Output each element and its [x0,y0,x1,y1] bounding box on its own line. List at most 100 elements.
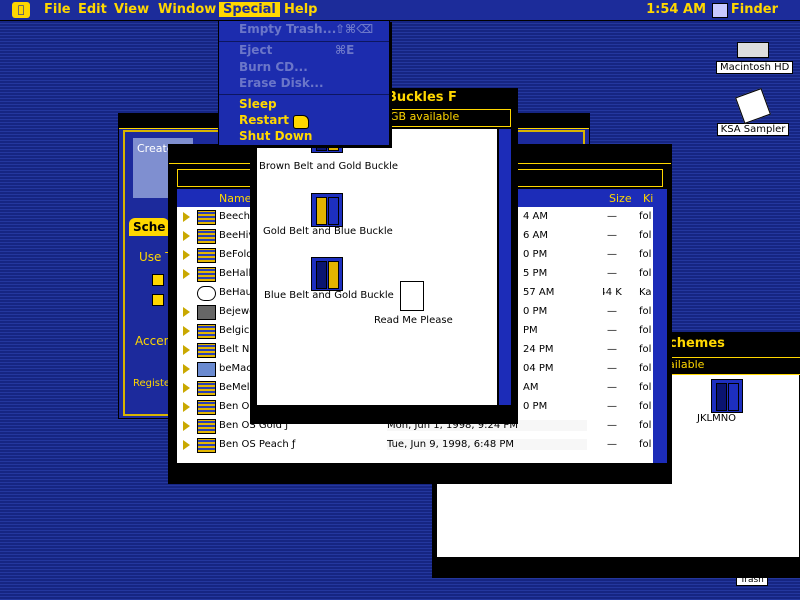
row-date: 0 PM [523,306,548,317]
disclosure-triangle-icon[interactable] [183,364,190,374]
file-icon[interactable] [311,193,343,227]
row-date: Tue, Jun 9, 1998, 6:48 PM [387,439,587,450]
icon-view-area: Brown Belt and Gold Buckle Gold Belt and… [257,129,497,405]
menu-item-empty-trash[interactable]: Empty Trash... [239,22,336,36]
row-kind: fol [639,363,652,374]
menu-item-restart[interactable]: Restart [239,113,289,127]
folder-icon [197,324,216,339]
menu-view[interactable]: View [110,2,153,17]
row-date: AM [523,382,539,393]
row-date: 0 PM [523,249,548,260]
menu-item-eject[interactable]: Eject [239,43,272,57]
row-size: — [607,249,617,260]
desktop-icon-ksa-sampler[interactable]: KSA Sampler [716,88,790,136]
scheme-label: JKLMNO [697,413,737,424]
menu-window[interactable]: Window [154,2,220,17]
column-header-kind[interactable]: Ki [643,192,653,205]
window-title: chemes [669,336,725,351]
info-bar: ailable [659,357,800,375]
menu-separator [219,94,389,95]
row-kind: fol [639,211,652,222]
hard-disk-icon [737,42,769,58]
menu-separator [219,41,389,42]
disclosure-triangle-icon[interactable] [183,345,190,355]
menu-help[interactable]: Help [280,2,321,17]
file-icon[interactable] [311,257,343,291]
special-menu-dropdown: Empty Trash... ⇧⌘⌫ Eject ⌘E Burn CD... E… [218,20,390,146]
row-size: — [607,230,617,241]
desktop-icon-macintosh-hd[interactable]: Macintosh HD [716,42,794,74]
menu-special[interactable]: Special [219,2,280,17]
pointer-hand-icon [293,115,309,129]
info-text: GB available [390,110,460,123]
row-date: 24 PM [523,344,554,355]
checkbox[interactable] [152,274,164,286]
application-menu[interactable]: Finder [727,2,782,17]
row-date: 04 PM [523,363,554,374]
disclosure-triangle-icon[interactable] [183,269,190,279]
table-row[interactable]: Ben OS Peach ƒ Tue, Jun 9, 1998, 6:48 PM —… [177,435,652,454]
document-icon[interactable] [400,281,424,311]
folder-icon [197,248,216,263]
row-kind: fol [639,230,652,241]
icon-label: Blue Belt and Gold Buckle [264,290,394,301]
checkbox[interactable] [152,294,164,306]
row-kind: fol [639,344,652,355]
disclosure-triangle-icon[interactable] [183,212,190,222]
menu-edit[interactable]: Edit [74,2,111,17]
row-date: 0 PM [523,401,548,412]
folder-icon [197,229,216,244]
row-name: Belt N [219,344,250,355]
row-size: — [607,382,617,393]
row-kind: fol [639,268,652,279]
folder-icon [197,381,216,396]
menu-clock[interactable]: 1:54 AM [642,2,710,17]
row-kind: fol [639,420,652,431]
tab-schemes[interactable]: Sche [129,218,170,236]
row-size: — [607,325,617,336]
apple-menu-icon[interactable]:  [12,2,30,18]
row-date: 5 PM [523,268,548,279]
document-pen-icon [735,88,771,124]
disclosure-triangle-icon[interactable] [183,326,190,336]
disclosure-triangle-icon[interactable] [183,421,190,431]
row-name: Ben OS Peach ƒ [219,439,296,450]
vertical-scrollbar[interactable] [653,189,667,463]
row-date: 4 AM [523,211,549,222]
folder-icon [197,419,216,434]
desktop-icon-label: KSA Sampler [716,123,790,136]
menu-item-erase-disk[interactable]: Erase Disk... [239,76,324,90]
finder-icon [712,3,728,18]
row-kind: fol [639,401,652,412]
icon-label: Gold Belt and Blue Buckle [263,226,393,237]
disclosure-triangle-icon[interactable] [183,402,190,412]
folder-icon [197,210,216,225]
row-kind: fol [639,306,652,317]
disclosure-triangle-icon[interactable] [183,440,190,450]
menu-item-burn-cd[interactable]: Burn CD... [239,60,308,74]
menu-item-sleep[interactable]: Sleep [239,97,277,111]
eject-shortcut: ⌘E [335,43,355,57]
scheme-icon[interactable] [711,379,743,413]
folder-icon [197,343,216,358]
row-size: — [607,439,617,450]
row-size: — [607,363,617,374]
row-kind: fol [639,382,652,393]
disclosure-triangle-icon[interactable] [183,307,190,317]
disclosure-triangle-icon[interactable] [183,231,190,241]
empty-trash-shortcut: ⇧⌘⌫ [335,22,374,36]
row-kind: fol [639,439,652,450]
row-size: — [607,268,617,279]
menu-file[interactable]: File [40,2,75,17]
disclosure-triangle-icon[interactable] [183,250,190,260]
column-header-size[interactable]: Size [609,192,632,205]
stopwatch-icon [197,286,216,301]
info-bar: GB available [385,109,511,127]
vertical-scrollbar[interactable] [499,129,511,405]
disclosure-triangle-icon[interactable] [183,383,190,393]
camera-folder-icon [197,305,216,320]
column-header-name[interactable]: Name [219,192,251,205]
menu-item-shut-down[interactable]: Shut Down [239,129,312,143]
row-date: 6 AM [523,230,549,241]
folder-icon [197,267,216,282]
